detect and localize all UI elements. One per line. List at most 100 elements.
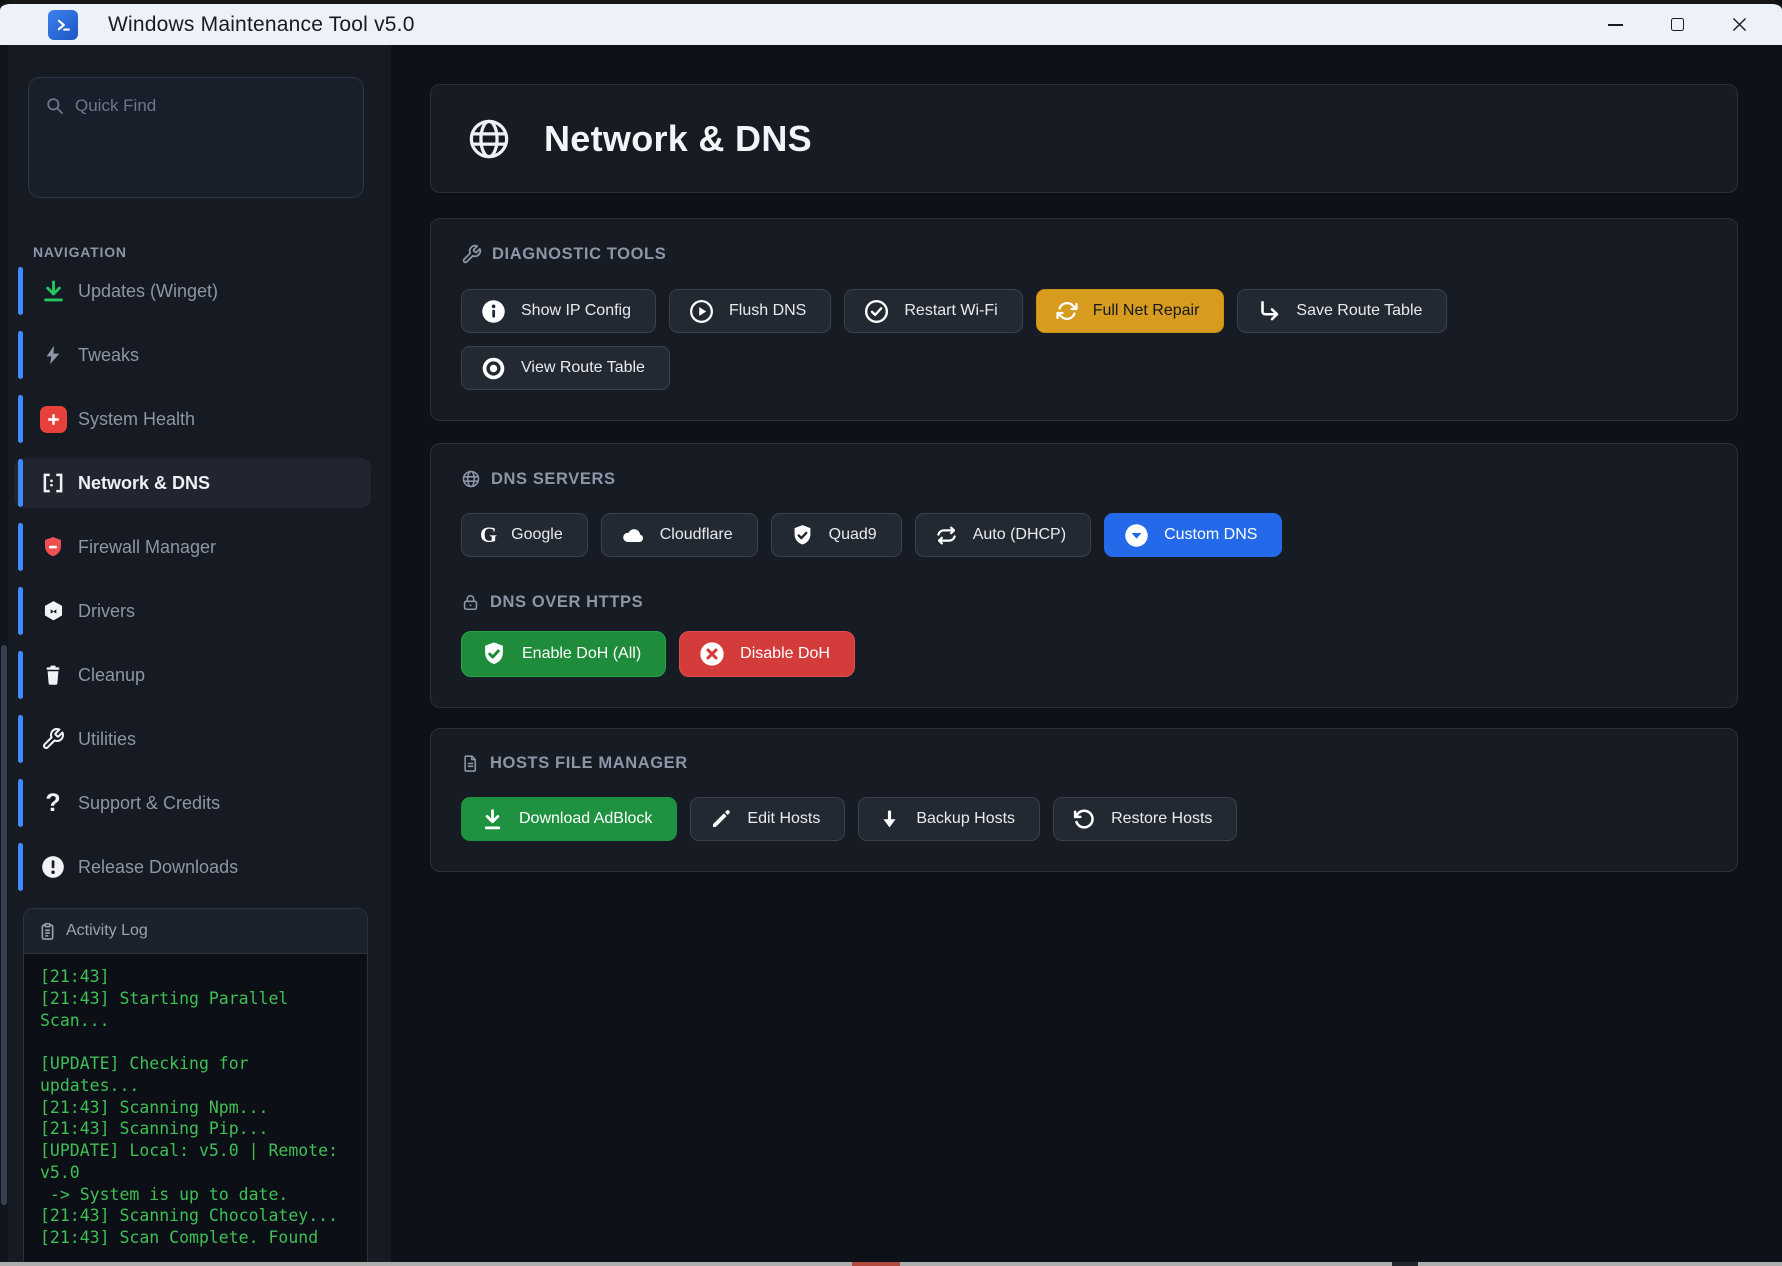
sidebar-item-release-downloads[interactable]: Release Downloads [0,842,391,892]
sidebar-item-label: Firewall Manager [78,537,216,558]
flush-dns-button[interactable]: Flush DNS [669,289,831,333]
network-bracket-icon [38,468,68,498]
button-label: Edit Hosts [747,810,820,828]
diagnostic-tools-heading: DIAGNOSTIC TOOLS [492,245,666,264]
sidebar-item-utilities[interactable]: Utilities [0,714,391,764]
refresh-icon [934,523,959,548]
shield-check-icon [790,523,815,548]
button-label: View Route Table [521,359,645,377]
hosts-file-manager-card: HOSTS FILE MANAGER Download AdBlock Edit… [430,728,1738,872]
x-circle-icon [698,640,726,668]
minimize-button[interactable] [1584,4,1646,45]
corner-down-right-icon [1256,298,1282,324]
button-label: Backup Hosts [916,810,1015,828]
restore-hosts-button[interactable]: Restore Hosts [1053,797,1237,841]
quick-find-input[interactable] [75,96,315,116]
sync-icon [1055,299,1079,323]
sidebar-item-system-health[interactable]: System Health [0,394,391,444]
google-dns-button[interactable]: G Google [461,513,588,557]
nav-accent-bar [18,779,23,827]
sidebar-item-label: System Health [78,409,195,430]
sidebar-item-tweaks[interactable]: Tweaks [0,330,391,380]
save-route-table-button[interactable]: Save Route Table [1237,289,1447,333]
sidebar-item-support[interactable]: ? Support & Credits [0,778,391,828]
shield-check-green-icon [480,640,508,668]
dns-servers-card: DNS SERVERS G Google Cloudflare Quad9 Au [430,443,1738,708]
restart-wifi-button[interactable]: Restart Wi-Fi [844,289,1022,333]
button-label: Restart Wi-Fi [904,302,997,320]
lock-icon [461,593,480,612]
button-label: Save Route Table [1296,302,1422,320]
edit-hosts-button[interactable]: Edit Hosts [690,797,845,841]
pencil-icon [709,807,733,831]
button-label: Google [511,526,563,544]
dns-servers-heading: DNS SERVERS [491,470,616,489]
sidebar-item-label: Updates (Winget) [78,281,218,302]
sidebar-item-label: Utilities [78,729,136,750]
cloudflare-dns-button[interactable]: Cloudflare [601,513,758,557]
doh-heading: DNS OVER HTTPS [490,593,643,612]
driver-box-icon [38,596,68,626]
download-adblock-button[interactable]: Download AdBlock [461,797,677,841]
globe-small-icon [461,469,481,489]
backup-hosts-button[interactable]: Backup Hosts [858,797,1040,841]
close-button[interactable] [1708,4,1770,45]
rotate-ccw-icon [1072,807,1097,832]
activity-log-title: Activity Log [66,922,148,940]
quick-find-box [28,77,364,198]
page-title: Network & DNS [544,118,812,160]
maximize-button[interactable] [1646,4,1708,45]
cloud-icon [620,522,646,548]
nav-accent-bar [18,587,23,635]
window-title: Windows Maintenance Tool v5.0 [108,13,415,37]
nav-accent-bar [18,523,23,571]
button-label: Show IP Config [521,302,631,320]
search-icon [45,96,65,116]
button-label: Flush DNS [729,302,806,320]
sidebar-item-network-dns[interactable]: Network & DNS [0,458,391,508]
wrench-small-icon [461,244,482,265]
button-label: Auto (DHCP) [973,526,1066,544]
button-label: Restore Hosts [1111,810,1212,828]
trash-icon [38,660,68,690]
nav-accent-bar [18,459,23,507]
sidebar-item-label: Tweaks [78,345,139,366]
google-g-icon: G [480,524,497,546]
minimize-icon [1608,24,1623,26]
auto-dhcp-dns-button[interactable]: Auto (DHCP) [915,513,1091,557]
custom-dns-button[interactable]: Custom DNS [1104,513,1282,557]
question-icon: ? [38,788,68,818]
sidebar-item-label: Cleanup [78,665,145,686]
navigation-list: Updates (Winget) Tweaks System Health Ne… [0,266,391,906]
wrench-icon [38,724,68,754]
health-plus-icon [38,404,68,434]
file-text-icon [461,754,480,773]
sidebar-item-cleanup[interactable]: Cleanup [0,650,391,700]
sidebar: NAVIGATION Updates (Winget) Tweaks Syste… [0,45,391,1266]
bolt-icon [38,340,68,370]
activity-log-output[interactable]: [21:43] [21:43] Starting Parallel Scan..… [24,954,367,1261]
button-label: Enable DoH (All) [522,645,641,663]
shield-minus-icon [38,532,68,562]
view-route-table-button[interactable]: View Route Table [461,346,670,390]
full-net-repair-button[interactable]: Full Net Repair [1036,289,1225,333]
disable-doh-button[interactable]: Disable DoH [679,631,855,677]
enable-doh-button[interactable]: Enable DoH (All) [461,631,666,677]
button-label: Custom DNS [1164,526,1257,544]
main-area: Network & DNS DIAGNOSTIC TOOLS Show IP C… [391,45,1782,1266]
chevron-down-circle-icon [1123,522,1150,549]
button-label: Disable DoH [740,645,830,663]
show-ip-config-button[interactable]: Show IP Config [461,289,656,333]
arrow-down-icon [877,807,902,832]
sidebar-item-drivers[interactable]: Drivers [0,586,391,636]
sidebar-item-firewall[interactable]: Firewall Manager [0,522,391,572]
nav-accent-bar [18,395,23,443]
hosts-heading: HOSTS FILE MANAGER [490,754,688,773]
nav-accent-bar [18,843,23,891]
maximize-icon [1671,18,1684,31]
exclamation-circle-icon [38,852,68,882]
quad9-dns-button[interactable]: Quad9 [771,513,902,557]
navigation-heading: NAVIGATION [33,244,127,260]
sidebar-item-updates[interactable]: Updates (Winget) [0,266,391,316]
nav-accent-bar [18,267,23,315]
